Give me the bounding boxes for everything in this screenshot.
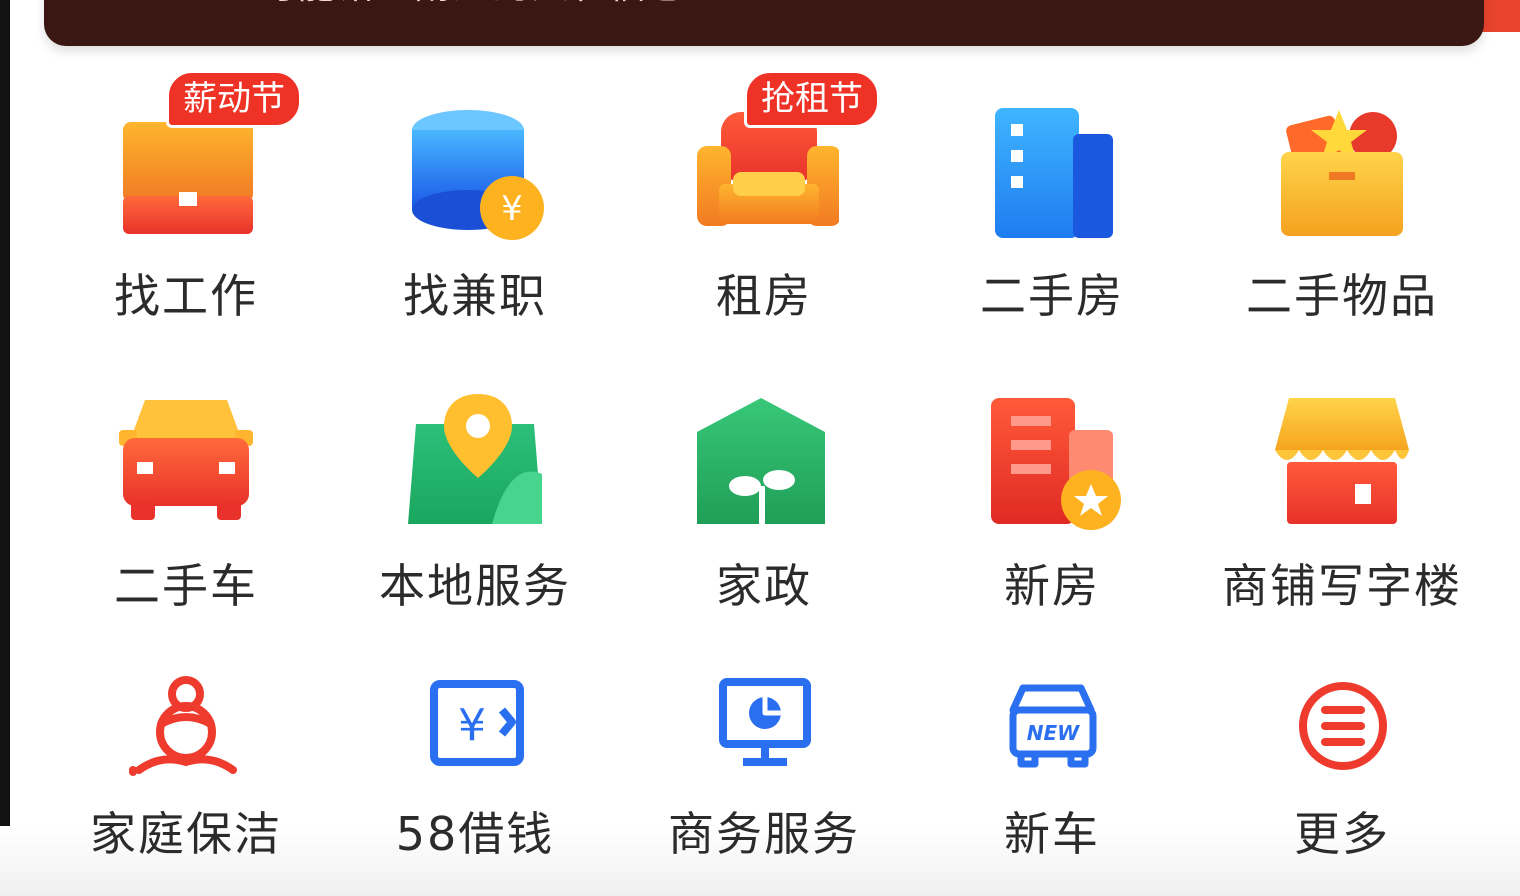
storefront-icon — [1267, 390, 1417, 540]
building-icon — [977, 100, 1127, 250]
category-label: 新房 — [1004, 559, 1100, 613]
category-label: 58借钱 — [395, 807, 555, 861]
house-sprout-icon — [689, 390, 839, 540]
category-label: 找工作 — [114, 269, 258, 323]
car-icon — [111, 390, 261, 540]
category-label: 商铺写字楼 — [1222, 559, 1462, 613]
job-promo-badge: 薪动节 — [166, 70, 302, 128]
category-label: 本地服务 — [379, 559, 571, 613]
map-pin-icon — [400, 390, 550, 540]
category-label: 新车 — [1004, 807, 1100, 861]
coin-stack-icon: ¥ — [400, 100, 550, 250]
category-grid: 薪动节 找工作 ¥ 找兼职 抢租节 租房 二手房 二手物品 二手车 本地服务 家… — [0, 0, 1520, 896]
category-label: 更多 — [1294, 807, 1390, 861]
box-icon — [1267, 100, 1417, 250]
svg-text:¥: ¥ — [458, 700, 486, 751]
svg-text:¥: ¥ — [501, 189, 523, 229]
new-building-icon — [977, 390, 1127, 540]
category-label: 家政 — [716, 559, 812, 613]
rent-promo-badge: 抢租节 — [744, 70, 880, 128]
category-label: 家庭保洁 — [90, 807, 282, 861]
category-label: 租房 — [716, 269, 812, 323]
category-label: 二手房 — [980, 269, 1124, 323]
category-label: 找兼职 — [403, 269, 547, 323]
svg-text:NEW: NEW — [1027, 721, 1080, 745]
category-label: 二手车 — [114, 559, 258, 613]
category-label: 商务服务 — [668, 807, 860, 861]
category-label: 二手物品 — [1246, 269, 1438, 323]
